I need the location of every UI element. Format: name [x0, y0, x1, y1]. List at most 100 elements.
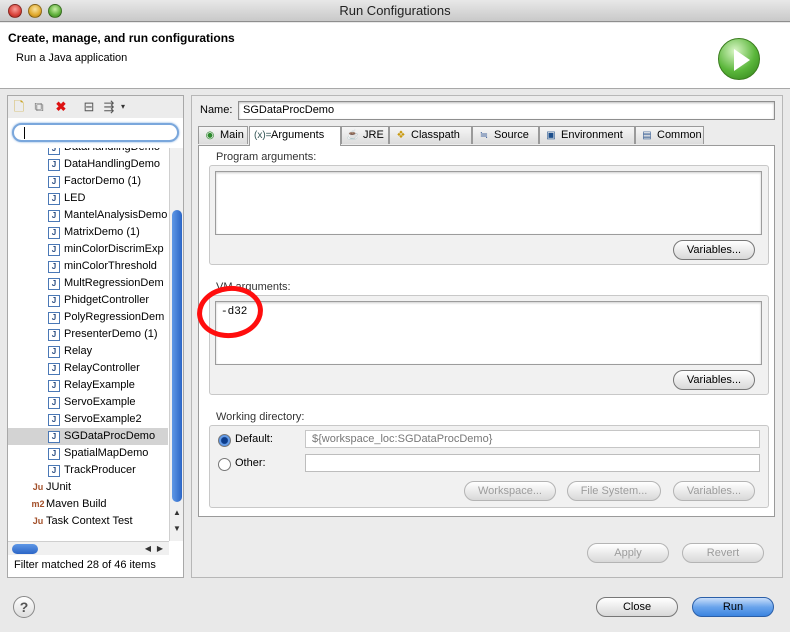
- launch-type-icon: Ju: [32, 482, 44, 492]
- vm-variables-button[interactable]: Variables...: [673, 370, 755, 390]
- program-arguments-label: Program arguments:: [216, 151, 317, 163]
- tree-item[interactable]: m2 Maven Build: [8, 496, 168, 513]
- tab-source[interactable]: ≒ Source: [472, 126, 539, 144]
- tree-item-label: MultRegressionDem: [64, 277, 164, 289]
- window-title: Run Configurations: [339, 3, 451, 18]
- tree-item[interactable]: J ServoExample: [8, 394, 168, 411]
- tree-item[interactable]: J LED: [8, 190, 168, 207]
- tree-item[interactable]: J MultRegressionDem: [8, 275, 168, 292]
- tree-item[interactable]: Ju Task Context Test: [8, 513, 168, 530]
- close-button[interactable]: Close: [596, 597, 678, 617]
- tree-item-label: minColorThreshold: [64, 260, 157, 272]
- dialog-header: Create, manage, and run configurations R…: [0, 23, 790, 89]
- other-radio[interactable]: [218, 458, 231, 471]
- config-tabs: ◉ Main (x)= Arguments ☕ JRE ❖ Classpath ≒ Sou…: [198, 126, 778, 146]
- duplicate-config-icon[interactable]: ⧉: [32, 100, 46, 114]
- tab-jre[interactable]: ☕ JRE: [341, 126, 389, 144]
- other-directory-field[interactable]: [305, 454, 760, 472]
- java-app-icon: J: [48, 278, 60, 290]
- tree-item[interactable]: J DataHandlingDemo: [8, 156, 168, 173]
- scroll-right-icon[interactable]: ▶: [154, 544, 166, 553]
- tab-jre-label: JRE: [363, 129, 384, 141]
- tree-horizontal-scrollbar[interactable]: ◀ ▶: [8, 541, 169, 555]
- main-tab-icon: ◉: [205, 130, 215, 141]
- filter-menu-chevron-down-icon[interactable]: ▾: [116, 100, 130, 114]
- vertical-scroll-thumb[interactable]: [172, 210, 182, 502]
- tree-item[interactable]: J RelayExample: [8, 377, 168, 394]
- java-app-icon: J: [48, 397, 60, 409]
- classpath-icon: ❖: [396, 130, 406, 141]
- file-system-button[interactable]: File System...: [567, 481, 661, 501]
- tab-main[interactable]: ◉ Main: [198, 126, 248, 144]
- default-label: Default:: [235, 433, 273, 445]
- workspace-button[interactable]: Workspace...: [464, 481, 556, 501]
- minimize-window-icon[interactable]: [28, 4, 42, 18]
- scroll-up-icon[interactable]: ▲: [171, 508, 183, 517]
- default-radio[interactable]: [218, 434, 231, 447]
- tree-item[interactable]: J SGDataProcDemo: [8, 428, 168, 445]
- program-variables-button[interactable]: Variables...: [673, 240, 755, 260]
- tree-item[interactable]: J DataHandlingDemo: [8, 148, 168, 156]
- source-icon: ≒: [479, 130, 489, 141]
- java-app-icon: J: [48, 148, 60, 155]
- tree-item-label: ServoExample: [64, 396, 136, 408]
- tree-vertical-scrollbar[interactable]: ▲ ▼: [169, 148, 183, 541]
- tree-item-label: Task Context Test: [46, 515, 133, 527]
- tree-item[interactable]: JminColorThreshold: [8, 258, 168, 275]
- run-banner-icon: [718, 38, 760, 80]
- delete-config-icon[interactable]: ✖: [54, 100, 68, 114]
- tree-item[interactable]: JminColorDiscrimExp: [8, 241, 168, 258]
- java-app-icon: J: [48, 176, 60, 188]
- tree-item[interactable]: J Relay: [8, 343, 168, 360]
- tree-item[interactable]: J PresenterDemo (1): [8, 326, 168, 343]
- tab-arguments[interactable]: (x)= Arguments: [249, 126, 341, 146]
- tab-environment-label: Environment: [561, 129, 623, 141]
- close-window-icon[interactable]: [8, 4, 22, 18]
- new-config-icon[interactable]: 🗋: [12, 100, 26, 114]
- revert-button[interactable]: Revert: [682, 543, 764, 563]
- filter-config-icon[interactable]: ⇶: [102, 100, 116, 114]
- tree-item-label: RelayController: [64, 362, 140, 374]
- tree-item-label: FactorDemo (1): [64, 175, 142, 187]
- java-app-icon: J: [48, 159, 60, 171]
- java-app-icon: J: [48, 295, 60, 307]
- tree-item[interactable]: J TrackProducer: [8, 462, 168, 479]
- scroll-down-icon[interactable]: ▼: [171, 524, 183, 533]
- collapse-all-icon[interactable]: ⊟: [82, 100, 96, 114]
- tab-classpath[interactable]: ❖ Classpath: [389, 126, 472, 144]
- header-subtitle: Run a Java application: [16, 52, 128, 64]
- java-app-icon: J: [48, 363, 60, 375]
- help-icon[interactable]: ?: [13, 596, 35, 618]
- horizontal-scroll-thumb[interactable]: [12, 544, 38, 554]
- filter-input[interactable]: [12, 123, 179, 142]
- tree-item-label: ServoExample2: [64, 413, 142, 425]
- zoom-window-icon[interactable]: [48, 4, 62, 18]
- tree-item-label: DataHandlingDemo: [64, 158, 160, 170]
- vm-arguments-textarea[interactable]: -d32: [215, 301, 762, 365]
- other-label: Other:: [235, 457, 266, 469]
- tab-environment[interactable]: ▣ Environment: [539, 126, 635, 144]
- run-button[interactable]: Run: [692, 597, 774, 617]
- java-app-icon: J: [48, 244, 60, 256]
- working-dir-variables-button[interactable]: Variables...: [673, 481, 755, 501]
- tree-item[interactable]: J ServoExample2: [8, 411, 168, 428]
- apply-button[interactable]: Apply: [587, 543, 669, 563]
- tab-common[interactable]: ▤ Common: [635, 126, 704, 144]
- tree-item-label: SGDataProcDemo: [64, 430, 156, 442]
- java-app-icon: J: [48, 414, 60, 426]
- tree-item[interactable]: J FactorDemo (1): [8, 173, 168, 190]
- tree-item[interactable]: J PolyRegressionDem: [8, 309, 168, 326]
- tree-item[interactable]: J RelayController: [8, 360, 168, 377]
- scroll-left-icon[interactable]: ◀: [142, 544, 154, 553]
- program-arguments-textarea[interactable]: [215, 171, 762, 235]
- tree-item[interactable]: J MantelAnalysisDemo: [8, 207, 168, 224]
- tree-item[interactable]: J PhidgetController: [8, 292, 168, 309]
- tree-item[interactable]: Ju JUnit: [8, 479, 168, 496]
- tree-item[interactable]: J SpatialMapDemo: [8, 445, 168, 462]
- java-app-icon: J: [48, 380, 60, 392]
- name-input[interactable]: SGDataProcDemo: [238, 101, 775, 120]
- title-bar: Run Configurations: [0, 0, 790, 22]
- tree-item-label: minColorDiscrimExp: [64, 243, 164, 255]
- tree-item[interactable]: J MatrixDemo (1): [8, 224, 168, 241]
- tab-common-label: Common: [657, 129, 702, 141]
